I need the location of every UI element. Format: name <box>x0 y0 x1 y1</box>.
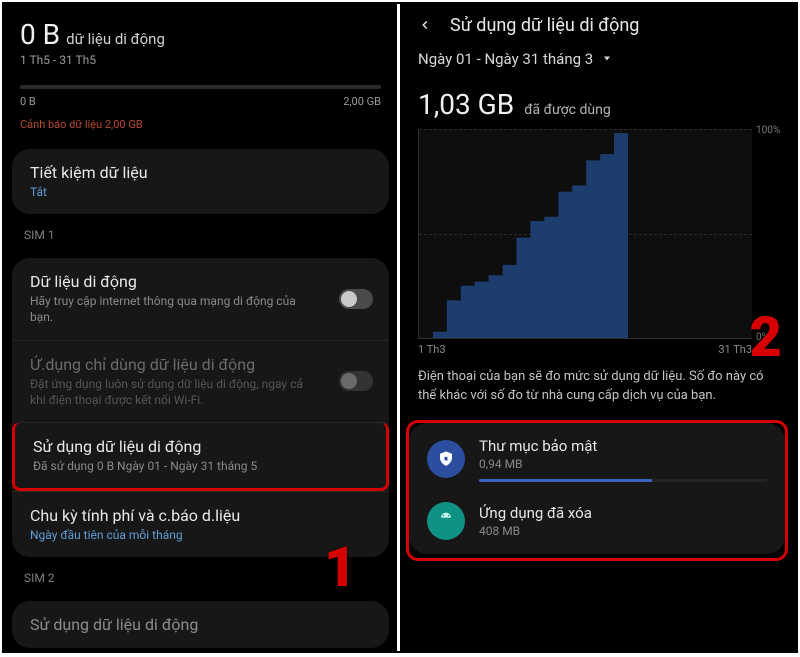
data-saver-status: Tắt <box>30 184 371 200</box>
bar-max-label: 2,00 GB <box>343 95 381 108</box>
xtick-end: 31 Th3 <box>718 343 752 356</box>
mobile-data-usage-row[interactable]: Sử dụng dữ liệu di động Đã sử dụng 0 B N… <box>12 422 389 491</box>
mobile-data-usage-sub: Đã sử dụng 0 B Ngày 01 - Ngày 31 tháng 5 <box>33 458 368 474</box>
mobile-data-row[interactable]: Dữ liệu di động Hãy truy cập internet th… <box>12 258 389 339</box>
mobile-data-toggle[interactable] <box>339 289 373 309</box>
sim2-card: Sử dụng dữ liệu di động <box>12 601 389 648</box>
chart-area-fill <box>419 129 628 338</box>
period-label: Ngày 01 - Ngày 31 tháng 3 <box>418 50 593 68</box>
app-size: 0,94 MB <box>479 457 767 471</box>
chart-y-axis: 100% 0% <box>752 129 790 339</box>
chevron-down-icon <box>601 50 613 68</box>
apps-mobile-only-title: Ứ.dụng chỉ dùng dữ liệu di động <box>30 355 371 374</box>
data-warning-text: Cảnh báo dữ liệu 2,00 GB <box>20 118 381 131</box>
mobile-data-usage-detail-pane: Sử dụng dữ liệu di động Ngày 01 - Ngày 3… <box>400 4 794 651</box>
app-row-secure-folder[interactable]: Thư mục bảo mật 0,94 MB <box>409 423 785 496</box>
apps-mobile-only-row: Ứ.dụng chỉ dùng dữ liệu di động Đặt ứng … <box>12 340 389 422</box>
app-name: Ứng dụng đã xóa <box>479 504 767 522</box>
mobile-data-sub: Hãy truy cập internet thông qua mạng di … <box>30 293 310 325</box>
usage-progress-bar <box>20 85 381 89</box>
usage-chart: 100% 0% <box>418 129 790 339</box>
mobile-data-title: Dữ liệu di động <box>30 272 371 291</box>
used-value: 1,03 GB <box>418 88 514 121</box>
detail-header: Sử dụng dữ liệu di động <box>400 4 794 44</box>
billing-cycle-row[interactable]: Chu kỳ tính phí và c.báo d.liệu Ngày đầu… <box>12 491 389 557</box>
android-icon <box>427 502 465 540</box>
used-label: đã được dùng <box>524 102 611 118</box>
chart-x-axis: 1 Th3 31 Th3 <box>418 343 752 356</box>
sim1-card: Dữ liệu di động Hãy truy cập internet th… <box>12 258 389 557</box>
measurement-note: Điện thoại của bạn sẽ đo mức sử dụng dữ … <box>400 356 794 412</box>
chevron-left-icon <box>418 18 432 32</box>
sim2-section-label: SIM 2 <box>4 557 397 591</box>
usage-label: dữ liệu di động <box>66 30 165 48</box>
back-button[interactable] <box>414 14 436 36</box>
lock-icon <box>427 440 465 478</box>
usage-value: 0 B <box>20 18 60 51</box>
data-saver-title: Tiết kiệm dữ liệu <box>30 163 371 182</box>
billing-cycle-sub: Ngày đầu tiên của mỗi tháng <box>30 527 371 543</box>
data-saver-row[interactable]: Tiết kiệm dữ liệu Tắt <box>12 149 389 214</box>
ytick-top: 100% <box>756 125 780 136</box>
usage-summary: 0 B dữ liệu di động 1 Th5 - 31 Th5 0 B 2… <box>4 4 397 139</box>
xtick-start: 1 Th3 <box>418 343 446 356</box>
chart-area <box>418 129 752 339</box>
mobile-data-usage-title: Sử dụng dữ liệu di động <box>33 437 368 456</box>
app-row-removed-apps[interactable]: Ứng dụng đã xóa 408 MB <box>409 496 785 554</box>
detail-page-title: Sử dụng dữ liệu di động <box>450 15 639 36</box>
app-usage-bar <box>479 479 767 482</box>
period-selector[interactable]: Ngày 01 - Ngày 31 tháng 3 <box>400 44 794 74</box>
app-name: Thư mục bảo mật <box>479 437 767 455</box>
app-list-highlight: Thư mục bảo mật 0,94 MB Ứng dụng đã xóa … <box>406 420 788 561</box>
ytick-bottom: 0% <box>756 332 769 343</box>
app-list-card: Thư mục bảo mật 0,94 MB Ứng dụng đã xóa … <box>409 423 785 554</box>
sim1-section-label: SIM 1 <box>4 214 397 248</box>
sim2-usage-title: Sử dụng dữ liệu di động <box>30 615 371 634</box>
apps-mobile-only-toggle <box>339 371 373 391</box>
usage-date-range: 1 Th5 - 31 Th5 <box>20 53 381 67</box>
bar-min-label: 0 B <box>20 95 36 108</box>
app-size: 408 MB <box>479 524 767 538</box>
data-saver-card: Tiết kiệm dữ liệu Tắt <box>12 149 389 214</box>
settings-pane-data-usage: 0 B dữ liệu di động 1 Th5 - 31 Th5 0 B 2… <box>4 4 397 651</box>
apps-mobile-only-sub: Đặt ứng dụng luôn sử dụng dữ liệu di độn… <box>30 376 310 408</box>
billing-cycle-title: Chu kỳ tính phí và c.báo d.liệu <box>30 506 371 525</box>
used-summary: 1,03 GB đã được dùng <box>400 74 794 125</box>
sim2-usage-row[interactable]: Sử dụng dữ liệu di động <box>12 601 389 648</box>
